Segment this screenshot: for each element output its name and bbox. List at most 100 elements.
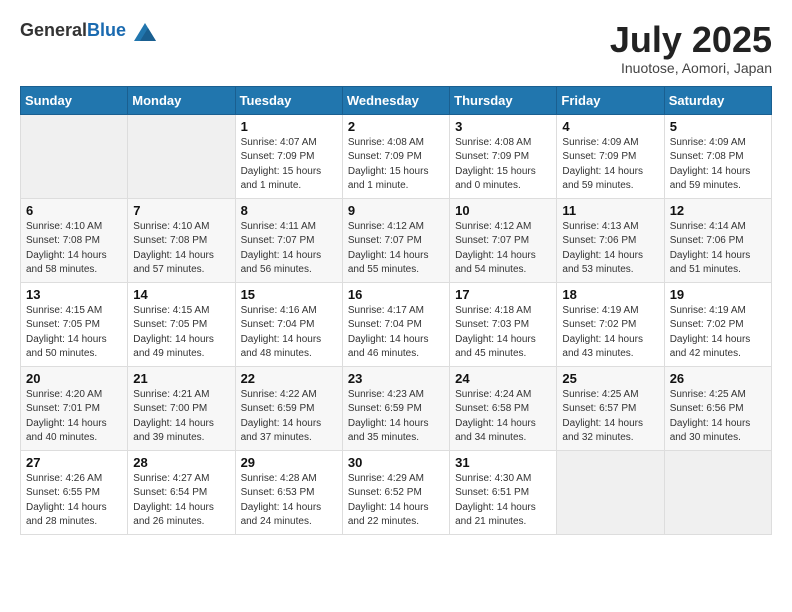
day-number: 24 [455, 371, 551, 386]
weekday-friday: Friday [557, 86, 664, 114]
day-cell: 11 Sunrise: 4:13 AMSunset: 7:06 PMDayligh… [557, 198, 664, 282]
day-info: Sunrise: 4:14 AMSunset: 7:06 PMDaylight:… [670, 220, 766, 278]
day-info: Sunrise: 4:17 AMSunset: 7:04 PMDaylight:… [348, 304, 444, 362]
logo-blue: Blue [87, 20, 126, 40]
day-info: Sunrise: 4:08 AMSunset: 7:09 PMDaylight:… [348, 136, 444, 194]
day-info: Sunrise: 4:19 AMSunset: 7:02 PMDaylight:… [562, 304, 658, 362]
weekday-wednesday: Wednesday [342, 86, 449, 114]
day-info: Sunrise: 4:20 AMSunset: 7:01 PMDaylight:… [26, 388, 122, 446]
day-info: Sunrise: 4:19 AMSunset: 7:02 PMDaylight:… [670, 304, 766, 362]
day-info: Sunrise: 4:30 AMSunset: 6:51 PMDaylight:… [455, 472, 551, 530]
day-number: 27 [26, 455, 122, 470]
day-info: Sunrise: 4:29 AMSunset: 6:52 PMDaylight:… [348, 472, 444, 530]
week-row-1: 1 Sunrise: 4:07 AMSunset: 7:09 PMDaylight… [21, 114, 772, 198]
day-cell: 25 Sunrise: 4:25 AMSunset: 6:57 PMDayligh… [557, 366, 664, 450]
day-cell: 30 Sunrise: 4:29 AMSunset: 6:52 PMDayligh… [342, 450, 449, 534]
day-info: Sunrise: 4:08 AMSunset: 7:09 PMDaylight:… [455, 136, 551, 194]
day-number: 12 [670, 203, 766, 218]
day-info: Sunrise: 4:13 AMSunset: 7:06 PMDaylight:… [562, 220, 658, 278]
day-number: 23 [348, 371, 444, 386]
day-cell: 23 Sunrise: 4:23 AMSunset: 6:59 PMDayligh… [342, 366, 449, 450]
day-info: Sunrise: 4:24 AMSunset: 6:58 PMDaylight:… [455, 388, 551, 446]
day-info: Sunrise: 4:10 AMSunset: 7:08 PMDaylight:… [26, 220, 122, 278]
day-info: Sunrise: 4:22 AMSunset: 6:59 PMDaylight:… [241, 388, 337, 446]
weekday-sunday: Sunday [21, 86, 128, 114]
logo: GeneralBlue [20, 20, 156, 41]
day-cell: 5 Sunrise: 4:09 AMSunset: 7:08 PMDaylight… [664, 114, 771, 198]
day-cell [128, 114, 235, 198]
month-title: July 2025 [610, 20, 772, 60]
day-number: 22 [241, 371, 337, 386]
day-info: Sunrise: 4:21 AMSunset: 7:00 PMDaylight:… [133, 388, 229, 446]
day-number: 17 [455, 287, 551, 302]
day-cell: 28Sunrise: 4:27 AMSunset: 6:54 PMDayligh… [128, 450, 235, 534]
day-cell: 17 Sunrise: 4:18 AMSunset: 7:03 PMDayligh… [450, 282, 557, 366]
day-cell: 2 Sunrise: 4:08 AMSunset: 7:09 PMDaylight… [342, 114, 449, 198]
weekday-thursday: Thursday [450, 86, 557, 114]
logo-general: General [20, 20, 87, 40]
page-header: GeneralBlue July 2025 Inuotose, Aomori, … [20, 20, 772, 76]
day-info: Sunrise: 4:07 AMSunset: 7:09 PMDaylight:… [241, 136, 337, 194]
weekday-tuesday: Tuesday [235, 86, 342, 114]
day-cell: 12 Sunrise: 4:14 AMSunset: 7:06 PMDayligh… [664, 198, 771, 282]
day-number: 19 [670, 287, 766, 302]
week-row-5: 27 Sunrise: 4:26 AMSunset: 6:55 PMDayligh… [21, 450, 772, 534]
day-info: Sunrise: 4:25 AMSunset: 6:56 PMDaylight:… [670, 388, 766, 446]
day-cell: 27 Sunrise: 4:26 AMSunset: 6:55 PMDayligh… [21, 450, 128, 534]
day-info: Sunrise: 4:12 AMSunset: 7:07 PMDaylight:… [455, 220, 551, 278]
day-cell: 13Sunrise: 4:15 AMSunset: 7:05 PMDayligh… [21, 282, 128, 366]
weekday-monday: Monday [128, 86, 235, 114]
day-number: 16 [348, 287, 444, 302]
day-info: Sunrise: 4:28 AMSunset: 6:53 PMDaylight:… [241, 472, 337, 530]
day-number: 4 [562, 119, 658, 134]
weekday-header-row: SundayMondayTuesdayWednesdayThursdayFrid… [21, 86, 772, 114]
day-number: 5 [670, 119, 766, 134]
day-cell: 18 Sunrise: 4:19 AMSunset: 7:02 PMDayligh… [557, 282, 664, 366]
day-number: 8 [241, 203, 337, 218]
day-number: 30 [348, 455, 444, 470]
day-number: 10 [455, 203, 551, 218]
day-number: 25 [562, 371, 658, 386]
day-cell: 16 Sunrise: 4:17 AMSunset: 7:04 PMDayligh… [342, 282, 449, 366]
day-info: Sunrise: 4:09 AMSunset: 7:08 PMDaylight:… [670, 136, 766, 194]
day-info: Sunrise: 4:25 AMSunset: 6:57 PMDaylight:… [562, 388, 658, 446]
week-row-3: 13Sunrise: 4:15 AMSunset: 7:05 PMDayligh… [21, 282, 772, 366]
day-number: 1 [241, 119, 337, 134]
day-info: Sunrise: 4:10 AMSunset: 7:08 PMDaylight:… [133, 220, 229, 278]
day-cell: 6Sunrise: 4:10 AMSunset: 7:08 PMDaylight… [21, 198, 128, 282]
day-cell: 15Sunrise: 4:16 AMSunset: 7:04 PMDayligh… [235, 282, 342, 366]
day-cell: 1 Sunrise: 4:07 AMSunset: 7:09 PMDaylight… [235, 114, 342, 198]
day-cell: 31Sunrise: 4:30 AMSunset: 6:51 PMDayligh… [450, 450, 557, 534]
day-info: Sunrise: 4:16 AMSunset: 7:04 PMDaylight:… [241, 304, 337, 362]
day-cell: 20 Sunrise: 4:20 AMSunset: 7:01 PMDayligh… [21, 366, 128, 450]
day-cell: 24 Sunrise: 4:24 AMSunset: 6:58 PMDayligh… [450, 366, 557, 450]
day-info: Sunrise: 4:15 AMSunset: 7:05 PMDaylight:… [133, 304, 229, 362]
day-info: Sunrise: 4:27 AMSunset: 6:54 PMDaylight:… [133, 472, 229, 530]
day-info: Sunrise: 4:18 AMSunset: 7:03 PMDaylight:… [455, 304, 551, 362]
day-number: 29 [241, 455, 337, 470]
day-number: 14 [133, 287, 229, 302]
day-cell [21, 114, 128, 198]
day-number: 20 [26, 371, 122, 386]
day-info: Sunrise: 4:23 AMSunset: 6:59 PMDaylight:… [348, 388, 444, 446]
logo-icon [134, 23, 156, 41]
day-info: Sunrise: 4:26 AMSunset: 6:55 PMDaylight:… [26, 472, 122, 530]
day-cell: 7 Sunrise: 4:10 AMSunset: 7:08 PMDaylight… [128, 198, 235, 282]
weekday-saturday: Saturday [664, 86, 771, 114]
day-cell: 26 Sunrise: 4:25 AMSunset: 6:56 PMDayligh… [664, 366, 771, 450]
day-number: 7 [133, 203, 229, 218]
day-number: 18 [562, 287, 658, 302]
day-number: 2 [348, 119, 444, 134]
calendar-table: SundayMondayTuesdayWednesdayThursdayFrid… [20, 86, 772, 535]
day-number: 11 [562, 203, 658, 218]
day-info: Sunrise: 4:11 AMSunset: 7:07 PMDaylight:… [241, 220, 337, 278]
location: Inuotose, Aomori, Japan [610, 60, 772, 76]
day-info: Sunrise: 4:15 AMSunset: 7:05 PMDaylight:… [26, 304, 122, 362]
day-cell: 29 Sunrise: 4:28 AMSunset: 6:53 PMDayligh… [235, 450, 342, 534]
day-number: 3 [455, 119, 551, 134]
day-cell: 10 Sunrise: 4:12 AMSunset: 7:07 PMDayligh… [450, 198, 557, 282]
day-number: 26 [670, 371, 766, 386]
day-cell: 4Sunrise: 4:09 AMSunset: 7:09 PMDaylight… [557, 114, 664, 198]
day-info: Sunrise: 4:12 AMSunset: 7:07 PMDaylight:… [348, 220, 444, 278]
week-row-2: 6Sunrise: 4:10 AMSunset: 7:08 PMDaylight… [21, 198, 772, 282]
